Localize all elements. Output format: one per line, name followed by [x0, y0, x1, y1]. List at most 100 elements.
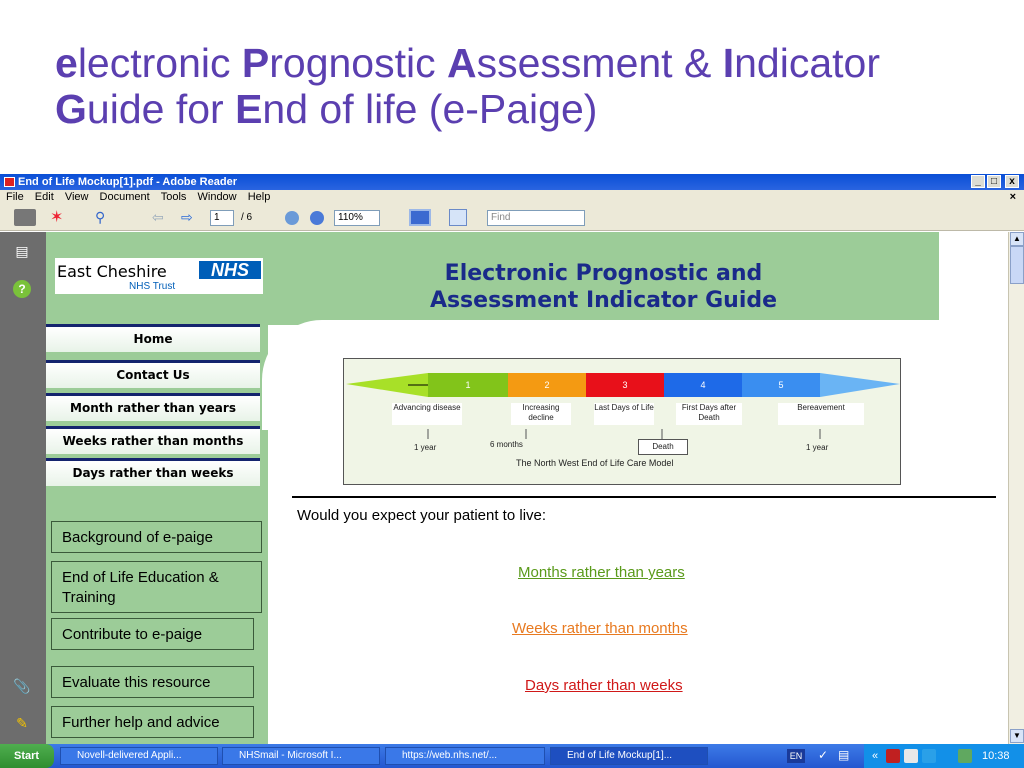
label-increasing-decline: Increasing decline — [511, 403, 571, 425]
next-page-icon[interactable]: ⇨ — [181, 209, 199, 226]
scroll-up-button[interactable]: ▲ — [1010, 232, 1024, 246]
time-right: 1 year — [806, 443, 829, 452]
pages-icon[interactable]: ▤ — [12, 242, 32, 260]
tray-expand-icon[interactable]: « — [872, 744, 878, 768]
time-left: 1 year — [414, 443, 437, 452]
title1-word-1: rognostic — [269, 40, 447, 86]
option-weeks[interactable]: Weeks rather than months — [512, 620, 688, 637]
tray-window-icon[interactable] — [904, 749, 918, 763]
previous-page-icon[interactable]: ⇦ — [152, 209, 168, 226]
window-title: End of Life Mockup[1].pdf - Adobe Reader — [18, 176, 237, 188]
menu-bar: File Edit View Document Tools Window Hel… — [0, 190, 1024, 204]
stage-5: 5 — [742, 373, 820, 397]
task-nhsmail[interactable]: NHSmail - Microsoft I... — [222, 747, 380, 765]
slide-title-line2: Guide for End of life (e-Paige) — [55, 86, 1015, 132]
restore-button[interactable]: □ — [987, 175, 1001, 188]
label-advancing-disease: Advancing disease — [392, 403, 462, 425]
stage-4: 4 — [664, 373, 742, 397]
slide-title: electronic Prognostic Assessment & Indic… — [55, 40, 1015, 132]
scroll-thumb[interactable] — [1010, 246, 1024, 284]
stage-3: 3 — [586, 373, 664, 397]
comments-icon[interactable]: ✎ — [12, 714, 32, 732]
tray-display-icon[interactable] — [958, 749, 972, 763]
menu-view[interactable]: View — [65, 190, 89, 204]
close-button[interactable]: x — [1005, 175, 1019, 188]
pdf-title: Electronic Prognostic and Assessment Ind… — [268, 260, 939, 314]
nav-weeks[interactable]: Weeks rather than months — [46, 426, 260, 454]
toolbar: ✶ ⚲ ⇦ ⇨ 1 / 6 110% Find — [0, 204, 1024, 231]
tray-app-icon[interactable]: ▤ — [838, 748, 849, 762]
title1-word-3: ndicator — [734, 40, 880, 86]
link-further-help[interactable]: Further help and advice — [51, 706, 254, 738]
task-novell[interactable]: Novell-delivered Appli... — [60, 747, 218, 765]
slide-title-line1: electronic Prognostic Assessment & Indic… — [55, 40, 1015, 86]
language-indicator[interactable]: EN — [787, 749, 805, 763]
nhs-logo: NHS — [199, 261, 261, 279]
pdf-title-line2: Assessment Indicator Guide — [429, 288, 778, 313]
task-browser[interactable]: https://web.nhs.net/... — [385, 747, 545, 765]
link-background[interactable]: Background of e-paige — [51, 521, 262, 553]
nav-home[interactable]: Home — [46, 324, 260, 352]
attachments-icon[interactable]: 📎 — [12, 677, 32, 695]
search-tool-icon[interactable]: ⚲ — [95, 209, 121, 226]
title1-initial-0: e — [55, 40, 78, 86]
menu-window[interactable]: Window — [198, 190, 237, 204]
zoom-level-select[interactable]: 110% — [334, 210, 380, 226]
start-button[interactable]: Start — [0, 744, 54, 768]
label-death: Death — [638, 439, 688, 455]
fit-width-icon[interactable] — [409, 209, 431, 226]
nav-contact-us[interactable]: Contact Us — [46, 360, 260, 388]
menu-document[interactable]: Document — [100, 190, 150, 204]
clock: 10:38 — [982, 750, 1010, 762]
link-contribute[interactable]: Contribute to e-paige — [51, 618, 254, 650]
vertical-scrollbar[interactable]: ▲ ▼ — [1008, 232, 1024, 744]
tray-network-icon[interactable] — [922, 749, 936, 763]
stage-1: 1 — [428, 373, 508, 397]
zoom-out-icon[interactable] — [285, 211, 299, 225]
collaborate-icon[interactable]: ✶ — [50, 209, 70, 226]
stage-2: 2 — [508, 373, 586, 397]
network-icon[interactable]: ✓ — [818, 748, 828, 762]
close-document-icon[interactable]: × — [1010, 190, 1016, 204]
help-icon[interactable]: ? — [13, 280, 31, 298]
menu-help[interactable]: Help — [248, 190, 271, 204]
menu-edit[interactable]: Edit — [35, 190, 54, 204]
title2-initial-1: E — [235, 86, 263, 132]
minimize-button[interactable]: _ — [971, 175, 985, 188]
page-number-input[interactable]: 1 — [210, 210, 234, 226]
tray-antivirus-icon[interactable] — [886, 749, 900, 763]
title1-word-2: ssessment & — [476, 40, 723, 86]
end-of-life-model-diagram: 1 2 3 4 5 Advancing disease Increasing d… — [343, 358, 901, 485]
question-text: Would you expect your patient to live: — [297, 507, 547, 524]
title1-initial-1: P — [241, 40, 270, 86]
option-days[interactable]: Days rather than weeks — [525, 677, 683, 694]
fit-page-icon[interactable] — [449, 209, 467, 226]
pdf-title-line1: Electronic Prognostic and — [444, 261, 763, 286]
title2-word-0: uide for — [86, 86, 236, 132]
menu-tools[interactable]: Tools — [161, 190, 187, 204]
title1-initial-2: A — [447, 40, 477, 86]
label-bereavement: Bereavement — [778, 403, 864, 425]
zoom-in-icon[interactable] — [310, 211, 324, 225]
window-titlebar: End of Life Mockup[1].pdf - Adobe Reader… — [0, 174, 1024, 190]
adobe-reader-icon — [4, 177, 15, 187]
menu-file[interactable]: File — [6, 190, 24, 204]
label-last-days: Last Days of Life — [594, 403, 654, 425]
taskbar: Start Novell-delivered Appli... NHSmail … — [0, 744, 1024, 768]
task-adobe-reader[interactable]: End of Life Mockup[1]... — [550, 747, 708, 765]
option-months[interactable]: Months rather than years — [518, 564, 685, 581]
diagram-caption: The North West End of Life Care Model — [516, 458, 674, 468]
logo-org: East Cheshire — [57, 262, 167, 281]
page-total: / 6 — [241, 212, 253, 223]
time-mid: 6 months — [490, 440, 523, 449]
scroll-down-button[interactable]: ▼ — [1010, 729, 1024, 743]
link-evaluate[interactable]: Evaluate this resource — [51, 666, 254, 698]
label-first-days-after-death: First Days after Death — [676, 403, 742, 425]
find-input[interactable]: Find — [487, 210, 585, 226]
title2-initial-0: G — [55, 86, 87, 132]
divider — [292, 496, 996, 498]
nav-months[interactable]: Month rather than years — [46, 393, 260, 421]
nav-days[interactable]: Days rather than weeks — [46, 458, 260, 486]
link-education[interactable]: End of Life Education & Training — [51, 561, 262, 613]
print-icon[interactable] — [14, 209, 36, 226]
